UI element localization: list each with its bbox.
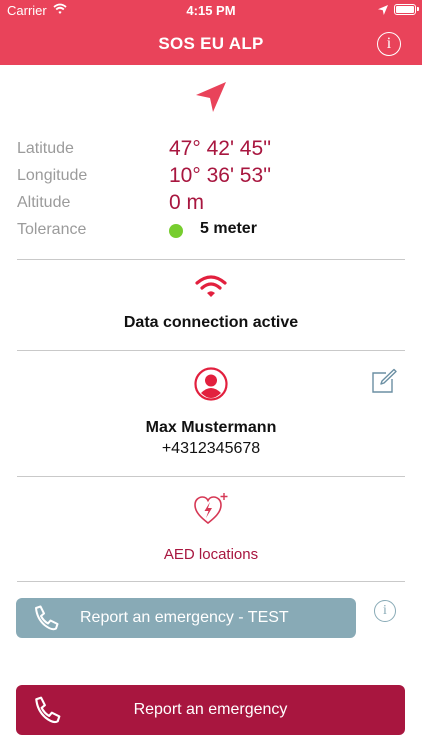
edit-icon[interactable]: [371, 368, 397, 394]
info-button[interactable]: i: [377, 32, 401, 56]
tolerance-indicator: [169, 224, 183, 238]
divider: [17, 350, 405, 351]
altitude-value: 0 m: [169, 191, 205, 214]
report-emergency-button[interactable]: Report an emergency: [16, 685, 405, 735]
status-bar: Carrier 4:15 PM: [0, 0, 422, 22]
longitude-value: 10° 36' 53'': [169, 164, 272, 187]
contact-phone: +4312345678: [161, 440, 261, 457]
contact-name: Max Mustermann: [145, 419, 277, 436]
tolerance-row: Tolerance 5 meter: [0, 218, 422, 244]
altitude-row: Altitude 0 m: [0, 191, 422, 217]
aed-locations-link[interactable]: AED locations: [0, 546, 422, 563]
person-icon: [194, 367, 228, 401]
latitude-row: Latitude 47° 42' 45'': [0, 137, 422, 163]
wifi-icon: [195, 275, 227, 297]
tolerance-label: Tolerance: [17, 221, 87, 238]
battery-icon: [394, 4, 419, 15]
status-time: 4:15 PM: [186, 3, 236, 18]
report-emergency-test-button[interactable]: Report an emergency - TEST: [16, 598, 356, 638]
tolerance-value: 5 meter: [200, 220, 257, 237]
divider: [17, 259, 405, 260]
divider: [17, 581, 405, 582]
test-info-icon[interactable]: i: [374, 600, 396, 622]
emergency-button-label: Report an emergency: [133, 701, 288, 718]
app-header: Carrier 4:15 PM SOS EU ALP i: [0, 0, 422, 65]
latitude-value: 47° 42' 45'': [169, 137, 272, 160]
phone-icon: [35, 605, 59, 631]
page-title: SOS EU ALP: [158, 34, 264, 53]
longitude-row: Longitude 10° 36' 53'': [0, 164, 422, 190]
heart-defibrillator-icon[interactable]: [192, 492, 230, 526]
altitude-label: Altitude: [17, 194, 71, 211]
longitude-label: Longitude: [17, 167, 88, 184]
divider: [17, 476, 405, 477]
navigation-arrow-icon: [196, 82, 226, 112]
latitude-label: Latitude: [17, 140, 74, 157]
connection-status: Data connection active: [123, 314, 299, 331]
test-button-label: Report an emergency - TEST: [80, 609, 289, 626]
location-services-icon: [378, 5, 388, 15]
